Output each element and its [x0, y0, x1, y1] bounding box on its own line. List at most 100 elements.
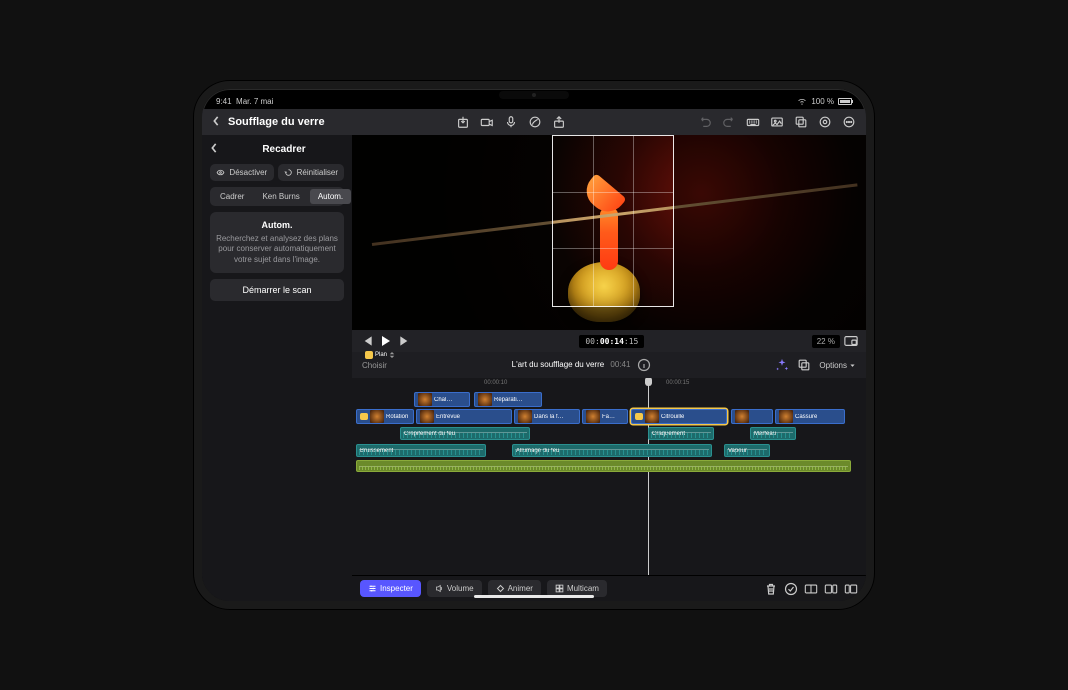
- seg-kenburns[interactable]: Ken Burns: [254, 189, 307, 204]
- project-title: Soufflage du verre: [228, 116, 325, 128]
- project-duration: 00:41: [610, 360, 630, 369]
- video-clip[interactable]: Réparati…: [474, 392, 542, 407]
- timeline-ruler[interactable]: 00:00:10 00:00:15: [356, 380, 862, 390]
- voiceover-mic-icon[interactable]: [504, 115, 518, 129]
- home-indicator[interactable]: [474, 595, 594, 598]
- audio-clip[interactable]: Crépitement du feu: [400, 427, 530, 440]
- next-frame-icon[interactable]: [398, 334, 412, 348]
- options-button[interactable]: Options: [819, 361, 856, 370]
- more-icon[interactable]: [842, 115, 856, 129]
- disable-label: Désactiver: [229, 168, 267, 177]
- transport-bar: 00:00:14:15 22 %: [352, 330, 866, 352]
- auto-panel-body: Recherchez et analysez des plans pour co…: [216, 234, 338, 265]
- layout-b-icon[interactable]: [824, 582, 838, 596]
- seg-crop[interactable]: Cadrer: [212, 189, 252, 204]
- bottom-toolbar: Inspecter Volume Animer Multicam: [352, 575, 866, 601]
- battery-percent: 100 %: [811, 97, 834, 106]
- trash-icon[interactable]: [764, 582, 778, 596]
- overlay-icon[interactable]: [794, 115, 808, 129]
- viewer-layout-icon[interactable]: [844, 334, 858, 348]
- camera-icon[interactable]: [480, 115, 494, 129]
- scopes-icon[interactable]: [818, 115, 832, 129]
- timeline[interactable]: 00:00:10 00:00:15 Chal… Réparati… Rotati…: [352, 378, 866, 575]
- keyframe-icon: [496, 584, 505, 593]
- timecode-display[interactable]: 00:00:14:15: [579, 335, 644, 348]
- effects-icon[interactable]: [528, 115, 542, 129]
- back-chevron-icon[interactable]: [212, 116, 220, 129]
- options-label: Options: [819, 361, 847, 370]
- inspector-title: Recadrer: [224, 144, 344, 155]
- wifi-icon: [797, 97, 807, 105]
- approve-icon[interactable]: [784, 582, 798, 596]
- speaker-icon: [435, 584, 444, 593]
- video-clip[interactable]: Dans la f…: [514, 409, 580, 424]
- photo-icon[interactable]: [770, 115, 784, 129]
- audio-clip[interactable]: Bruissement: [356, 444, 486, 457]
- crop-rectangle[interactable]: [552, 135, 674, 307]
- audio-clip[interactable]: Vapeur: [724, 444, 770, 457]
- start-scan-button[interactable]: Démarrer le scan: [210, 279, 344, 301]
- tc-hours: 00:: [585, 337, 599, 346]
- grid-icon: [555, 584, 564, 593]
- info-icon[interactable]: [637, 358, 651, 372]
- music-clip[interactable]: [356, 460, 851, 472]
- ruler-mark: 00:00:10: [484, 380, 507, 386]
- video-clip[interactable]: Chal…: [414, 392, 470, 407]
- audio-clip[interactable]: Allumage du feu: [512, 444, 712, 457]
- main-area: 00:00:14:15 22 % Choisir Plan: [352, 135, 866, 601]
- music-track[interactable]: [356, 460, 862, 472]
- audio-clip[interactable]: Marteau: [750, 427, 796, 440]
- tc-main: 00:14: [600, 337, 624, 346]
- ai-icon[interactable]: [775, 358, 789, 372]
- disable-button[interactable]: Désactiver: [210, 164, 274, 181]
- video-track[interactable]: Rotation Entrevue Dans la f… Fa… Citroui…: [356, 409, 862, 424]
- status-time: 9:41: [216, 97, 232, 106]
- audio-track[interactable]: Crépitement du feu Craquement Marteau: [356, 426, 862, 441]
- chevron-down-icon: [849, 362, 856, 369]
- undo-icon[interactable]: [698, 115, 712, 129]
- tools-icon[interactable]: [797, 358, 811, 372]
- keyboard-icon[interactable]: [746, 115, 760, 129]
- reset-label: Réinitialiser: [297, 168, 338, 177]
- audio-clip[interactable]: Craquement: [648, 427, 714, 440]
- import-icon[interactable]: [456, 115, 470, 129]
- clip-name-label: Plan: [375, 352, 387, 358]
- layout-c-icon[interactable]: [844, 582, 858, 596]
- share-icon[interactable]: [552, 115, 566, 129]
- status-date: Mar. 7 mai: [236, 97, 273, 106]
- tc-frames: :15: [624, 337, 638, 346]
- playhead[interactable]: [648, 378, 649, 575]
- animate-label: Animer: [508, 584, 533, 593]
- zoom-percent[interactable]: 22 %: [812, 335, 840, 348]
- eye-icon: [216, 168, 225, 177]
- multicam-label: Multicam: [567, 584, 599, 593]
- video-track[interactable]: Chal… Réparati…: [356, 392, 862, 407]
- seg-auto[interactable]: Autom.: [310, 189, 351, 204]
- video-clip[interactable]: Cassure: [775, 409, 845, 424]
- volume-button[interactable]: Volume: [427, 580, 482, 597]
- video-clip[interactable]: Rotation: [356, 409, 414, 424]
- project-name: L'art du soufflage du verre: [512, 360, 605, 369]
- app-window: Soufflage du verre: [202, 109, 866, 601]
- redo-icon[interactable]: [722, 115, 736, 129]
- video-clip[interactable]: [731, 409, 773, 424]
- viewer[interactable]: [352, 135, 866, 330]
- auto-panel-title: Autom.: [216, 220, 338, 230]
- battery-icon: [838, 98, 852, 105]
- top-toolbar: Soufflage du verre: [202, 109, 866, 135]
- video-clip[interactable]: Fa…: [582, 409, 628, 424]
- chevron-updown-icon: [389, 352, 395, 358]
- layout-a-icon[interactable]: [804, 582, 818, 596]
- inspector-sidebar: Recadrer Désactiver Réinitialiser Cadrer…: [202, 135, 352, 601]
- crop-mode-segmented[interactable]: Cadrer Ken Burns Autom.: [210, 187, 344, 206]
- ipad-frame: 9:41 Mar. 7 mai 100 % Soufflage du verre: [194, 81, 874, 609]
- timeline-header: Choisir Plan L'art du soufflage du verre…: [352, 352, 866, 378]
- ruler-mark: 00:00:15: [666, 380, 689, 386]
- reset-icon: [284, 168, 293, 177]
- video-clip[interactable]: Entrevue: [416, 409, 512, 424]
- audio-track[interactable]: Bruissement Allumage du feu Vapeur: [356, 443, 862, 458]
- auto-panel: Autom. Recherchez et analysez des plans …: [210, 212, 344, 273]
- reset-button[interactable]: Réinitialiser: [278, 164, 344, 181]
- inspector-back-icon[interactable]: [210, 143, 218, 156]
- video-clip-selected[interactable]: Citrouille: [631, 409, 727, 424]
